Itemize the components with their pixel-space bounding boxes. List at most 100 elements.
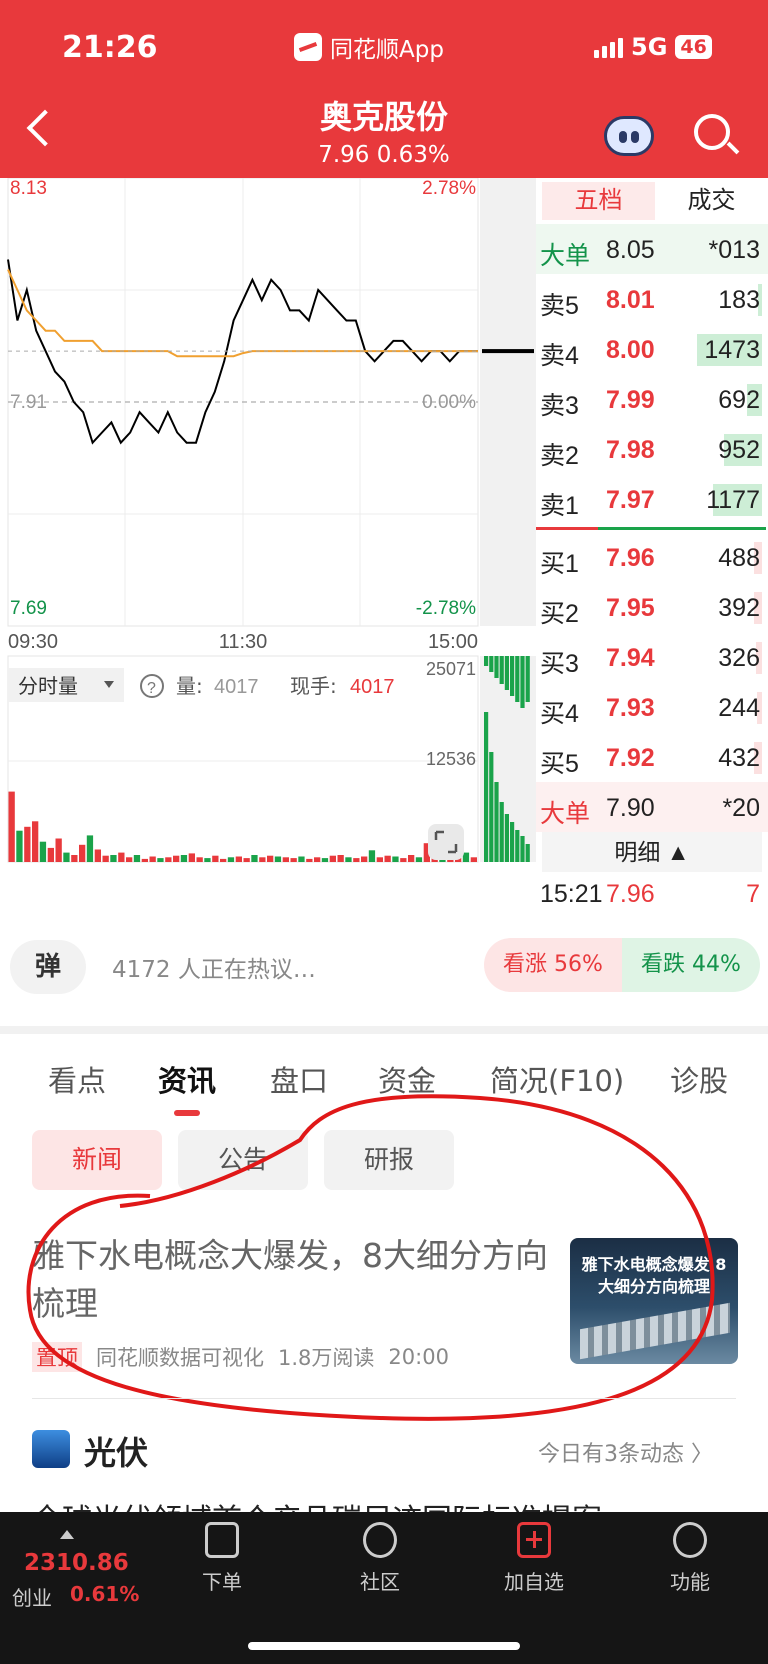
bid-row-3[interactable]: 买3 7.94 326 bbox=[536, 632, 768, 682]
tab-f10[interactable]: 简况(F10) bbox=[490, 1058, 624, 1100]
big-buy-row[interactable]: 大单 7.90 *20 bbox=[536, 782, 768, 832]
big-sell-row[interactable]: 大单 8.05 *013 bbox=[536, 224, 768, 274]
ask-qty: 1177 bbox=[706, 486, 760, 514]
volume-bar bbox=[180, 855, 188, 862]
volume-bar bbox=[204, 858, 211, 862]
topic-next-headline[interactable]: 全球光伏领域首个产品碳足迹国际标准提案 bbox=[32, 1496, 736, 1512]
auction-volume-bar bbox=[489, 656, 494, 672]
bid-row-4[interactable]: 买4 7.93 244 bbox=[536, 682, 768, 732]
topic-updates-link[interactable]: 今日有3条动态 〉 bbox=[538, 1436, 713, 1468]
volume-bar bbox=[259, 857, 266, 862]
chip-news[interactable]: 新闻 bbox=[32, 1130, 162, 1190]
vol-mid-tick: 12536 bbox=[426, 749, 476, 769]
header-bar: 21:26 同花顺App 5G 46 奥克股份 7.96 0.63% bbox=[0, 0, 768, 178]
bid-label: 买5 bbox=[540, 750, 579, 778]
last-trade-price: 7.96 bbox=[606, 880, 655, 908]
bid-qty: 432 bbox=[718, 744, 760, 772]
news-thumbnail[interactable]: 雅下水电概念爆发 8大细分方向梳理 bbox=[570, 1238, 738, 1364]
detail-button[interactable]: 明细 ▲ bbox=[542, 832, 762, 872]
nav-add-watchlist[interactable]: 加自选 bbox=[484, 1522, 584, 1595]
volume-bar bbox=[157, 858, 164, 862]
ask-qty: 183 bbox=[718, 286, 760, 314]
ask-row-4[interactable]: 卖2 7.98 952 bbox=[536, 424, 768, 474]
search-icon[interactable] bbox=[694, 114, 730, 150]
star-circle-icon bbox=[363, 1522, 397, 1558]
auction-volume-bar bbox=[499, 802, 504, 862]
hand-value: 4017 bbox=[350, 676, 395, 698]
volume-bar bbox=[361, 856, 368, 862]
tab-funds[interactable]: 资金 bbox=[378, 1058, 436, 1100]
volume-bar bbox=[227, 857, 235, 862]
nav-order[interactable]: 下单 bbox=[172, 1522, 272, 1595]
bearish-button[interactable]: 看跌 44% bbox=[622, 938, 760, 992]
tab-diagnosis[interactable]: 诊股 bbox=[670, 1058, 728, 1100]
index-pct[interactable]: 0.61% bbox=[70, 1582, 139, 1606]
tab-news[interactable]: 资讯 bbox=[158, 1058, 216, 1116]
volume-bar bbox=[24, 826, 31, 862]
content-tabs: 看点 资讯 盘口 资金 简况(F10) 诊股 bbox=[0, 1048, 768, 1116]
volume-bar bbox=[321, 858, 329, 862]
news-meta: 置顶 同花顺数据可视化 1.8万阅读 20:00 bbox=[32, 1342, 449, 1372]
ask-row-5[interactable]: 卖1 7.97 1177 bbox=[536, 474, 768, 524]
auction-volume-bar bbox=[499, 656, 504, 684]
ask-row-3[interactable]: 卖3 7.99 692 bbox=[536, 374, 768, 424]
last-trade-qty: 7 bbox=[746, 880, 760, 908]
auction-volume-bar bbox=[504, 814, 509, 862]
volume-bar bbox=[470, 857, 477, 862]
index-name[interactable]: 创业 bbox=[12, 1582, 52, 1611]
index-value[interactable]: 2310.86 bbox=[24, 1550, 129, 1576]
volume-bar bbox=[306, 858, 313, 862]
ask-price: 7.98 bbox=[606, 436, 655, 464]
nav-functions[interactable]: 功能 bbox=[640, 1522, 740, 1595]
chip-announcements[interactable]: 公告 bbox=[178, 1130, 308, 1190]
bid-qty: 244 bbox=[718, 694, 760, 722]
bid-row-5[interactable]: 买5 7.92 432 bbox=[536, 732, 768, 782]
volume-bar bbox=[251, 855, 258, 862]
intraday-chart[interactable]: 8.13 7.91 7.69 2.78% 0.00% -2.78% 09:30 … bbox=[0, 177, 536, 916]
bid-label: 买4 bbox=[540, 700, 579, 728]
y-left-top: 8.13 bbox=[10, 178, 47, 199]
volume-label: 分时量 bbox=[18, 674, 78, 698]
volume-bar bbox=[345, 857, 352, 862]
auction-volume-bar bbox=[525, 844, 530, 862]
tab-highlights[interactable]: 看点 bbox=[48, 1058, 106, 1100]
order-book-tabs: 五档 成交 bbox=[536, 178, 768, 224]
volume-bar bbox=[79, 844, 86, 862]
volume-bar bbox=[196, 857, 203, 862]
news-source: 同花顺数据可视化 bbox=[96, 1346, 264, 1370]
chip-research[interactable]: 研报 bbox=[324, 1130, 454, 1190]
network-label: 5G bbox=[631, 33, 668, 61]
topic-name[interactable]: 光伏 bbox=[84, 1428, 148, 1474]
discussion-text[interactable]: 4172 人正在热议… bbox=[112, 950, 316, 984]
volume-bar bbox=[282, 857, 289, 862]
volume-bar bbox=[462, 852, 470, 862]
bid-qty: 488 bbox=[718, 544, 760, 572]
big-sell-price: 8.05 bbox=[606, 236, 655, 264]
tab-trades[interactable]: 成交 bbox=[655, 182, 768, 220]
pinned-badge: 置顶 bbox=[32, 1342, 82, 1372]
tab-market[interactable]: 盘口 bbox=[270, 1058, 328, 1100]
nav-add-label: 加自选 bbox=[504, 1570, 564, 1594]
danmu-button[interactable]: 弹 bbox=[10, 940, 86, 994]
nav-community[interactable]: 社区 bbox=[330, 1522, 430, 1595]
tab-five-level[interactable]: 五档 bbox=[542, 182, 655, 220]
auction-volume-bar bbox=[520, 656, 525, 708]
auction-volume-bar bbox=[489, 752, 494, 862]
bid-qty: 326 bbox=[718, 644, 760, 672]
bid-row-2[interactable]: 买2 7.95 392 bbox=[536, 582, 768, 632]
ask-row-1[interactable]: 卖5 8.01 183 bbox=[536, 274, 768, 324]
volume-bar bbox=[290, 858, 297, 862]
ask-qty: 952 bbox=[718, 436, 760, 464]
ai-assistant-icon[interactable] bbox=[604, 116, 654, 156]
volume-bar bbox=[415, 857, 423, 862]
bullish-button[interactable]: 看涨 56% bbox=[484, 938, 622, 992]
bid-row-1[interactable]: 买1 7.96 488 bbox=[536, 532, 768, 582]
big-sell-qty: *013 bbox=[708, 236, 760, 264]
news-headline[interactable]: 雅下水电概念大爆发，8大细分方向梳理 bbox=[32, 1232, 552, 1328]
auction-volume-bar bbox=[494, 656, 499, 678]
auction-volume-bar bbox=[525, 656, 530, 702]
ask-row-2[interactable]: 卖4 8.00 1473 bbox=[536, 324, 768, 374]
thumbnail-caption: 雅下水电概念爆发 8大细分方向梳理 bbox=[581, 1255, 727, 1296]
volume-bar bbox=[55, 838, 62, 862]
battery-icon: 46 bbox=[675, 35, 712, 59]
